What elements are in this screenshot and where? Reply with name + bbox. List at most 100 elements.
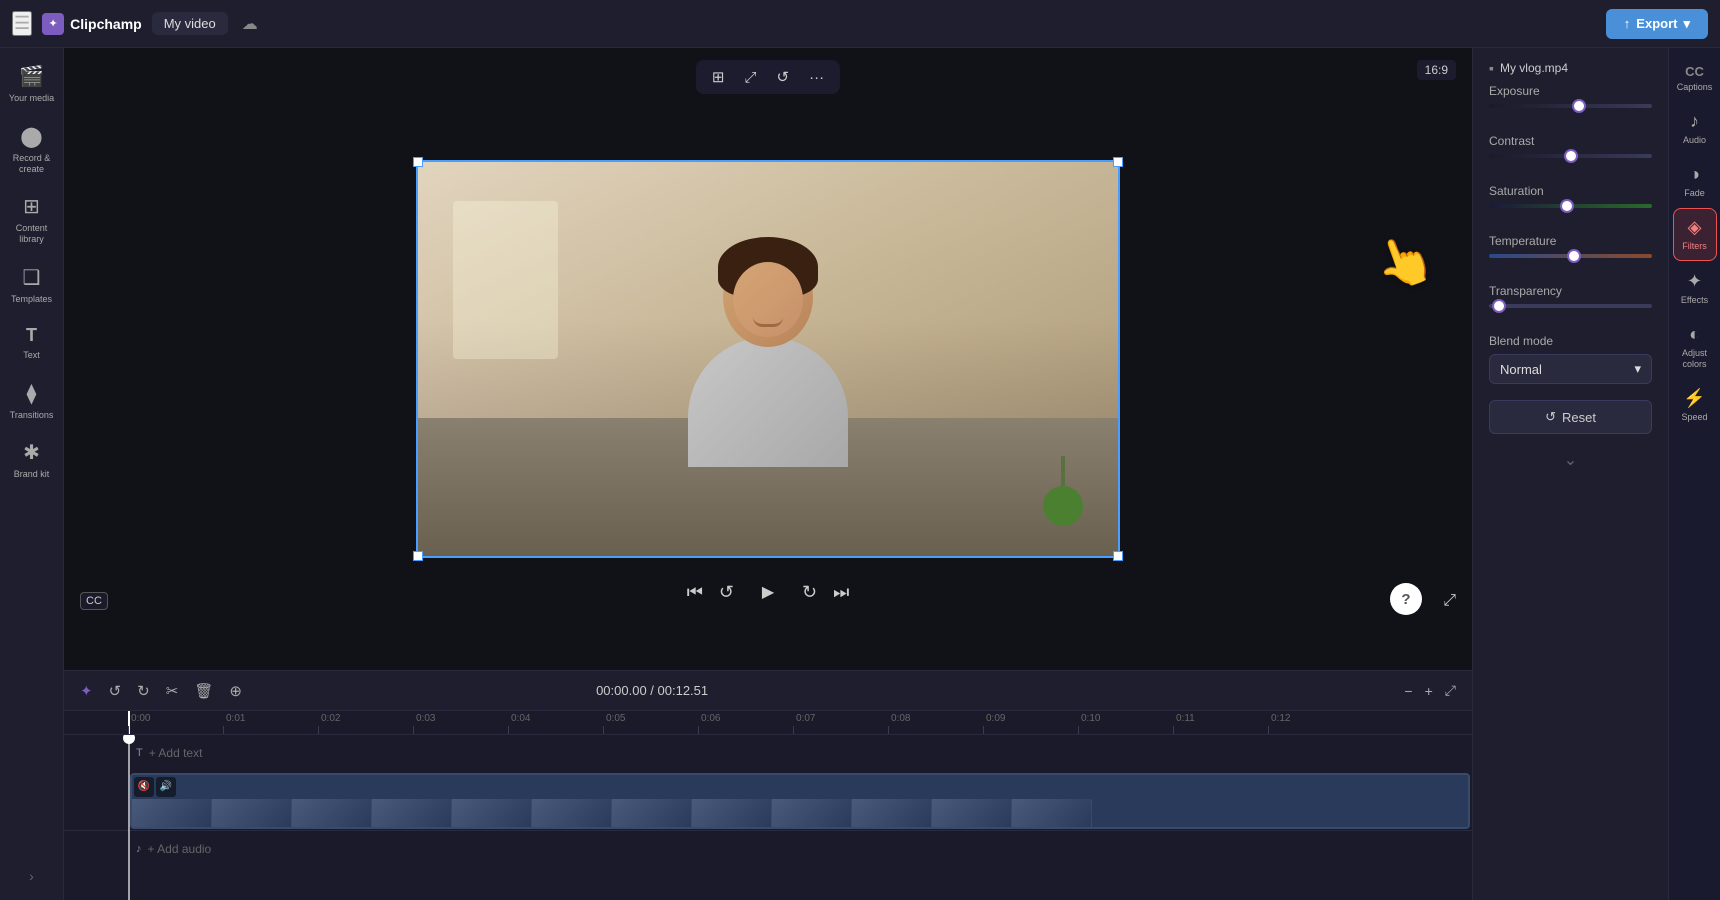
saturation-slider[interactable] xyxy=(1489,204,1652,208)
exposure-section: Exposure xyxy=(1473,84,1668,134)
zoom-out-button[interactable]: − xyxy=(1400,680,1416,701)
exposure-label: Exposure xyxy=(1489,84,1652,98)
video-track-row: 🔇 🔊 xyxy=(64,771,1472,831)
right-panel: ▪ My vlog.mp4 Exposure Contrast Saturati… xyxy=(1472,48,1668,900)
temperature-label: Temperature xyxy=(1489,234,1652,248)
transitions-icon: ⧫ xyxy=(27,381,37,406)
ruler-mark: 0:02 xyxy=(318,726,413,734)
text-track-label: T xyxy=(136,747,143,759)
fast-forward-button[interactable]: ↻ xyxy=(802,582,817,603)
handle-top-right[interactable] xyxy=(1113,157,1123,167)
sidebar-item-text[interactable]: T Text xyxy=(4,317,60,369)
track-mute-button[interactable]: 🔇 xyxy=(134,777,154,797)
thumbnail-1 xyxy=(212,799,292,827)
blend-mode-chevron: ▾ xyxy=(1634,361,1641,377)
panel-header: ▪ My vlog.mp4 xyxy=(1473,48,1668,84)
add-audio-row[interactable]: ♪ + Add audio xyxy=(64,831,1472,867)
fullscreen-button[interactable]: ⤢ xyxy=(1443,592,1456,610)
thumbnail-2 xyxy=(292,799,372,827)
exposure-slider[interactable] xyxy=(1489,104,1652,108)
resize-button[interactable]: ⤢ xyxy=(738,66,762,88)
undo-button[interactable]: ↺ xyxy=(105,680,126,702)
add-to-timeline-button[interactable]: ⊕ xyxy=(225,680,246,702)
handle-bottom-right[interactable] xyxy=(1113,551,1123,561)
topbar-left: ☰ ✦ Clipchamp My video ☁ xyxy=(12,11,258,36)
panel-btn-speed[interactable]: ⚡ Speed xyxy=(1673,380,1717,431)
sidebar-item-content-library[interactable]: ⊞ Content library xyxy=(4,186,60,253)
zoom-fit-button[interactable]: ⤢ xyxy=(1441,680,1460,701)
adjust-colors-label: Adjust colors xyxy=(1675,348,1715,370)
blend-mode-select[interactable]: Normal ▾ xyxy=(1489,354,1652,384)
video-preview xyxy=(418,162,1118,556)
more-options-button[interactable]: ··· xyxy=(803,66,830,88)
sidebar-item-your-media[interactable]: 🎬 Your media xyxy=(4,56,60,112)
add-text-row[interactable]: T + Add text xyxy=(64,735,1472,771)
cc-button[interactable]: CC xyxy=(80,592,108,610)
sidebar-collapse-btn[interactable]: › xyxy=(29,868,34,892)
export-button[interactable]: ↑ Export ▾ xyxy=(1606,9,1708,39)
panel-btn-captions[interactable]: CC Captions xyxy=(1673,56,1717,101)
temperature-slider[interactable] xyxy=(1489,254,1652,258)
ruler-mark: 0:01 xyxy=(223,726,318,734)
cut-button[interactable]: ✂ xyxy=(162,680,183,702)
sidebar-item-transitions[interactable]: ⧫ Transitions xyxy=(4,373,60,429)
temperature-thumb[interactable] xyxy=(1567,249,1581,263)
panel-btn-fade[interactable]: ◑ Fade xyxy=(1673,156,1717,207)
panel-btn-audio[interactable]: ♪ Audio xyxy=(1673,103,1717,154)
exposure-thumb[interactable] xyxy=(1572,99,1586,113)
track-controls: 🔇 🔊 xyxy=(134,777,176,797)
file-icon: ▪ xyxy=(1489,60,1494,76)
ruler-marks: 0:00 0:01 0:02 0:03 0:04 0:05 0:06 0:07 … xyxy=(128,711,1363,734)
ruler-mark: 0:04 xyxy=(508,726,603,734)
transparency-slider[interactable] xyxy=(1489,304,1652,308)
contrast-slider[interactable] xyxy=(1489,154,1652,158)
redo-button[interactable]: ↻ xyxy=(133,680,154,702)
sidebar-item-label: Transitions xyxy=(10,410,54,421)
handle-bottom-left[interactable] xyxy=(413,551,423,561)
export-icon: ↑ xyxy=(1624,16,1631,31)
panel-btn-filters[interactable]: ◈ Filters xyxy=(1673,208,1717,261)
sidebar-item-templates[interactable]: ❑ Templates xyxy=(4,257,60,313)
text-icon: T xyxy=(26,325,37,346)
temperature-track xyxy=(1489,254,1652,258)
crop-button[interactable]: ⊞ xyxy=(706,66,731,88)
reset-button[interactable]: ↺ Reset xyxy=(1489,400,1652,434)
timeline-add-button[interactable]: ✦ xyxy=(76,680,97,702)
sidebar-item-brand-kit[interactable]: ✱ Brand kit xyxy=(4,432,60,488)
speed-label: Speed xyxy=(1681,412,1707,423)
help-button[interactable]: ? xyxy=(1390,583,1422,615)
contrast-track xyxy=(1489,154,1652,158)
video-track-content[interactable]: 🔇 🔊 xyxy=(130,773,1470,829)
rewind-button[interactable]: ↺ xyxy=(719,582,734,603)
cloud-icon: ☁ xyxy=(242,14,258,34)
sidebar-item-label: Templates xyxy=(11,294,52,305)
delete-button[interactable]: 🗑 xyxy=(190,680,217,702)
play-button[interactable]: ▶ xyxy=(750,574,786,610)
skip-to-start-button[interactable]: ⏮ xyxy=(687,582,703,603)
thumbnail-10 xyxy=(932,799,1012,827)
tab-title[interactable]: My video xyxy=(152,12,228,35)
preview-area: ⊞ ⤢ ↺ ··· 16:9 xyxy=(64,48,1472,670)
templates-icon: ❑ xyxy=(23,265,41,290)
aspect-ratio-badge: 16:9 xyxy=(1417,60,1456,80)
speed-icon: ⚡ xyxy=(1683,388,1705,409)
adjust-colors-icon: ◐ xyxy=(1689,324,1700,345)
saturation-thumb[interactable] xyxy=(1560,199,1574,213)
sidebar-item-record-create[interactable]: ⬤ Record & create xyxy=(4,116,60,183)
menu-button[interactable]: ☰ xyxy=(12,11,32,36)
thumbnail-8 xyxy=(772,799,852,827)
thumbnail-0 xyxy=(132,799,212,827)
video-frame xyxy=(416,160,1120,558)
panel-btn-effects[interactable]: ✦ Effects xyxy=(1673,263,1717,314)
contrast-thumb[interactable] xyxy=(1564,149,1578,163)
handle-top-left[interactable] xyxy=(413,157,423,167)
rotate-button[interactable]: ↺ xyxy=(771,66,796,88)
track-sound-button[interactable]: 🔊 xyxy=(156,777,176,797)
ruler-mark: 0:06 xyxy=(698,726,793,734)
transparency-thumb[interactable] xyxy=(1492,299,1506,313)
window-element xyxy=(453,201,558,359)
ruler-mark: 0:10 xyxy=(1078,726,1173,734)
panel-btn-adjust-colors[interactable]: ◐ Adjust colors xyxy=(1673,316,1717,378)
skip-to-end-button[interactable]: ⏭ xyxy=(833,582,849,603)
zoom-in-button[interactable]: + xyxy=(1421,680,1437,701)
